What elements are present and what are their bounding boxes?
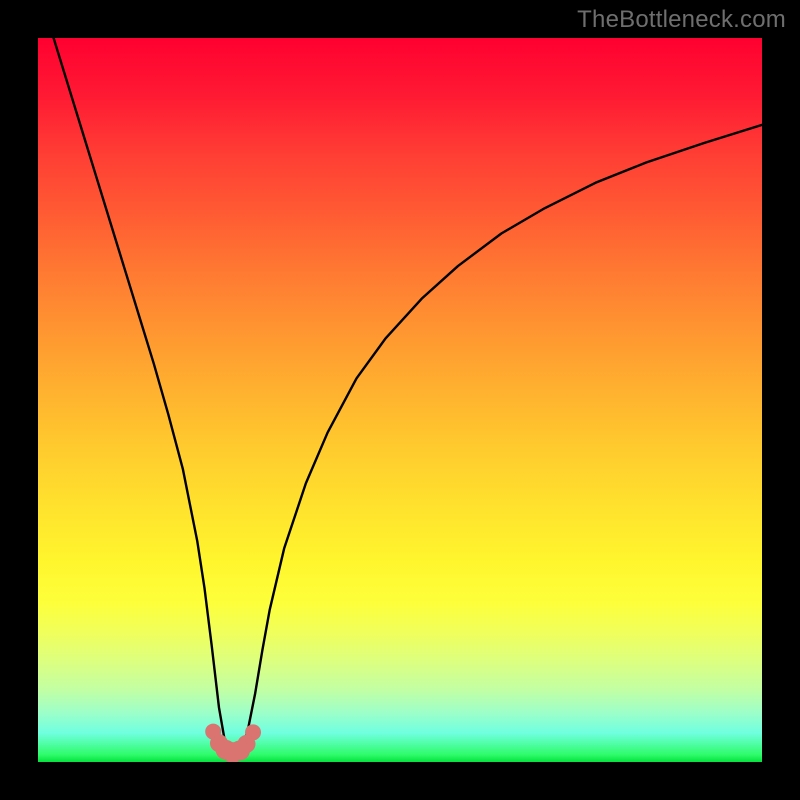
bottleneck-curve [38, 38, 762, 753]
plot-area [38, 38, 762, 762]
curve-layer [38, 38, 762, 762]
outer-frame: TheBottleneck.com [0, 0, 800, 800]
watermark-text: TheBottleneck.com [577, 6, 786, 34]
highlight-dot [245, 724, 261, 740]
